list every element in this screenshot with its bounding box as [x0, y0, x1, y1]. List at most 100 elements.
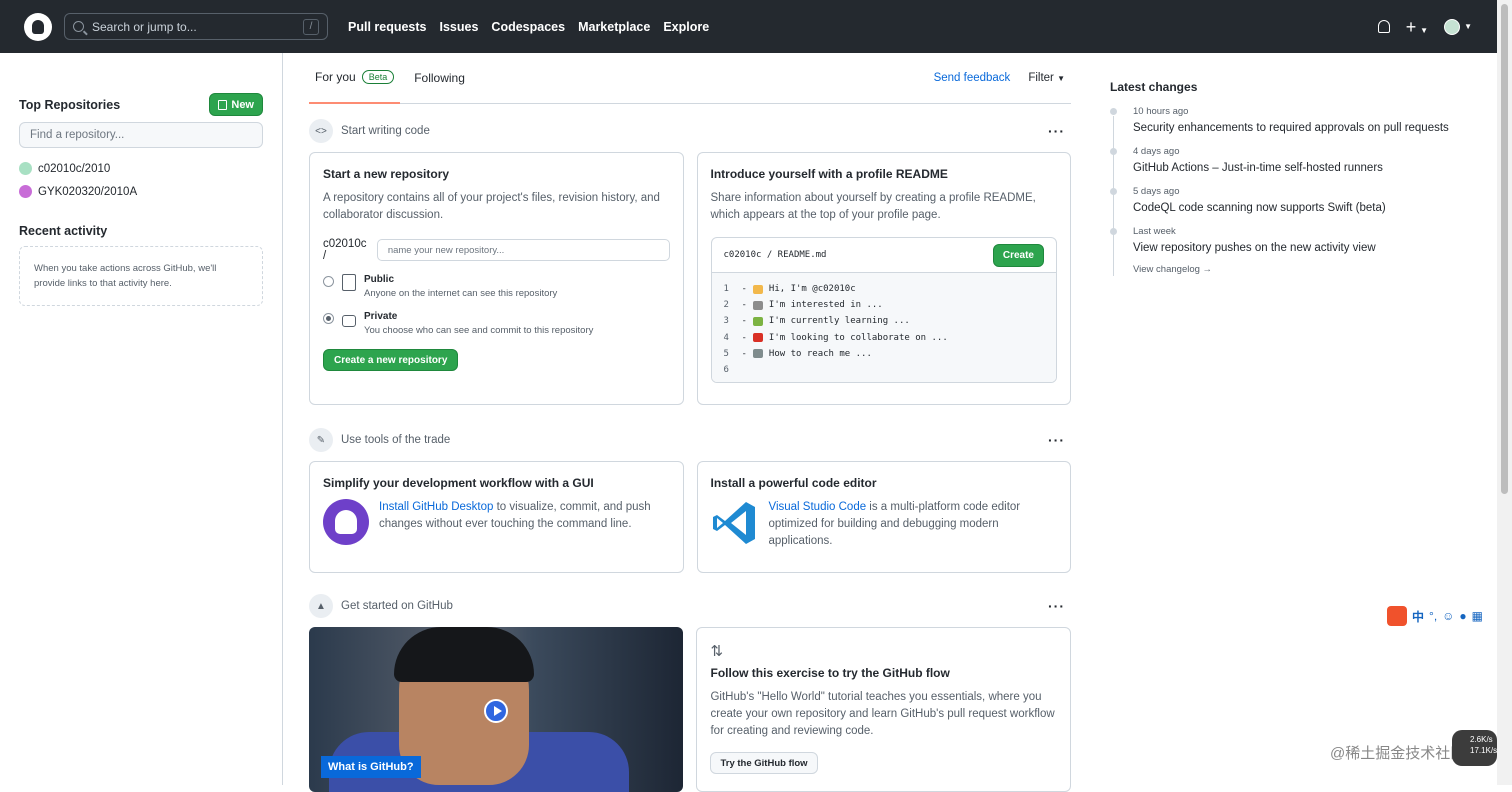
code-line: 6: [724, 362, 1045, 378]
video-label: What is GitHub?: [321, 756, 421, 778]
top-repositories-heading: Top Repositories: [19, 97, 121, 112]
punctuation-icon[interactable]: °,: [1429, 609, 1437, 623]
visibility-private-option[interactable]: Private You choose who can see and commit…: [323, 311, 670, 336]
video-thumbnail-hair: [394, 627, 534, 682]
github-logo-icon[interactable]: [24, 12, 52, 41]
code-line: 2- I'm interested in ...: [723, 300, 883, 311]
card-description: Share information about yourself by crea…: [710, 192, 1036, 221]
code-line: 1- Hi, I'm @c02010c: [723, 284, 856, 295]
change-title[interactable]: CodeQL code scanning now supports Swift …: [1133, 202, 1386, 214]
search-placeholder: Search or jump to...: [92, 19, 197, 34]
nav-pull-requests[interactable]: Pull requests: [348, 20, 427, 34]
timeline-dot: [1110, 228, 1117, 235]
option-title: Public: [364, 274, 395, 285]
code-line: 3- I'm currently learning ...: [723, 316, 910, 327]
more-options-icon[interactable]: ···: [1048, 598, 1071, 614]
tab-for-you[interactable]: For you Beta: [309, 53, 401, 104]
repo-name[interactable]: GYK020320/2010A: [38, 186, 137, 198]
github-desktop-icon: [323, 499, 369, 545]
install-github-desktop-link[interactable]: Install GitHub Desktop: [379, 501, 493, 513]
change-item[interactable]: Last week View repository pushes on the n…: [1110, 226, 1480, 254]
speed-unit: K/s: [1485, 746, 1498, 755]
nav-codespaces[interactable]: Codespaces: [491, 20, 565, 34]
nav-issues[interactable]: Issues: [440, 20, 479, 34]
ime-language[interactable]: 中: [1412, 608, 1424, 625]
chevron-down-icon: ▼: [1464, 22, 1472, 31]
card-title: Simplify your development workflow with …: [323, 476, 594, 490]
find-repository-input[interactable]: Find a repository...: [19, 122, 263, 148]
ime-toolbar[interactable]: 中 °, ☺ ● ▦: [1387, 605, 1497, 627]
user-menu-button[interactable]: ▼: [1444, 18, 1472, 35]
create-menu-button[interactable]: + ▼: [1406, 18, 1428, 36]
plus-icon: +: [1405, 16, 1417, 37]
try-github-flow-button[interactable]: Try the GitHub flow: [710, 752, 818, 774]
repo-name[interactable]: c02010c/2010: [38, 163, 110, 175]
change-title[interactable]: GitHub Actions – Just-in-time self-hoste…: [1133, 162, 1383, 174]
filter-label: Filter: [1028, 72, 1054, 84]
view-changelog-link[interactable]: View changelog →: [1133, 264, 1480, 275]
more-options-icon[interactable]: ···: [1048, 432, 1071, 448]
line-text: I'm interested in ...: [768, 300, 883, 311]
git-pull-request-icon: ⇅: [710, 643, 724, 660]
global-header: Search or jump to... / Pull requests Iss…: [0, 0, 1497, 53]
tools-icon: ✎: [309, 428, 333, 452]
upload-speed: 2.6: [1470, 735, 1482, 744]
vscode-icon: [712, 502, 755, 544]
tab-label: Following: [414, 71, 465, 85]
latest-changes-heading: Latest changes: [1110, 80, 1198, 94]
change-title[interactable]: Security enhancements to required approv…: [1133, 122, 1449, 134]
private-radio[interactable]: [323, 313, 334, 324]
page-scrollbar[interactable]: [1497, 0, 1512, 785]
what-is-github-video[interactable]: What is GitHub?: [309, 627, 684, 792]
section-get-started: ▲ Get started on GitHub ···: [309, 593, 1071, 619]
bell-icon[interactable]: [1377, 20, 1390, 33]
section-use-tools: ✎ Use tools of the trade ···: [309, 427, 1071, 453]
play-icon[interactable]: [484, 699, 508, 723]
more-options-icon[interactable]: ···: [1048, 123, 1071, 139]
microphone-icon[interactable]: ●: [1459, 609, 1466, 623]
section-cards: Simplify your development workflow with …: [309, 461, 1071, 573]
search-input[interactable]: Search or jump to... /: [64, 13, 328, 40]
visibility-public-option[interactable]: Public Anyone on the internet can see thi…: [323, 274, 670, 299]
keyboard-icon[interactable]: ▦: [1472, 609, 1483, 623]
change-item[interactable]: 5 days ago CodeQL code scanning now suppo…: [1110, 186, 1480, 214]
visual-studio-code-link[interactable]: Visual Studio Code: [769, 501, 867, 513]
change-date: 10 hours ago: [1133, 106, 1189, 117]
code-line: 4- I'm looking to collaborate on ...: [723, 332, 948, 343]
download-speed: 17.1: [1470, 746, 1486, 755]
create-repository-button[interactable]: Create a new repository: [323, 349, 459, 371]
create-readme-button[interactable]: Create: [992, 243, 1044, 267]
repo-icon: [342, 274, 356, 291]
eyes-icon: [752, 300, 763, 310]
send-feedback-link[interactable]: Send feedback: [934, 72, 1011, 84]
chevron-down-icon: ▼: [1057, 74, 1065, 83]
filter-button[interactable]: Filter ▼: [1028, 72, 1065, 84]
public-radio[interactable]: [323, 276, 334, 287]
global-nav: Pull requests Issues Codespaces Marketpl…: [348, 20, 722, 34]
repo-name-input[interactable]: name your new repository...: [376, 239, 670, 261]
tab-following[interactable]: Following: [408, 53, 471, 104]
cherries-icon: [752, 333, 763, 343]
card-description: GitHub's "Hello World" tutorial teaches …: [710, 691, 1055, 737]
search-shortcut-key: /: [303, 18, 319, 35]
latest-changes: Latest changes 10 hours ago Security enha…: [1110, 80, 1480, 276]
change-title[interactable]: View repository pushes on the new activi…: [1133, 242, 1376, 254]
chevron-down-icon: ▼: [1420, 25, 1429, 35]
new-repo-button[interactable]: New: [209, 93, 263, 116]
change-item[interactable]: 4 days ago GitHub Actions – Just-in-time …: [1110, 146, 1480, 174]
nav-explore[interactable]: Explore: [663, 20, 709, 34]
scrollbar-thumb[interactable]: [1501, 4, 1508, 494]
readme-preview: c02010c / README.md Create 1- Hi, I'm @c02…: [710, 237, 1057, 384]
change-date: Last week: [1133, 226, 1176, 237]
line-text: How to reach me ...: [768, 348, 872, 359]
line-number: 2: [723, 300, 729, 311]
repo-item[interactable]: c02010c/2010: [19, 162, 263, 175]
emoji-icon[interactable]: ☺: [1442, 609, 1454, 623]
card-title: Start a new repository: [323, 167, 450, 181]
timeline-dot: [1110, 188, 1117, 195]
section-start-writing-code: <> Start writing code ···: [309, 118, 1071, 144]
change-item[interactable]: 10 hours ago Security enhancements to req…: [1110, 106, 1480, 134]
repo-item[interactable]: GYK020320/2010A: [19, 185, 263, 198]
nav-marketplace[interactable]: Marketplace: [578, 20, 650, 34]
github-flow-card: ⇅ Follow this exercise to try the GitHub…: [696, 627, 1071, 792]
